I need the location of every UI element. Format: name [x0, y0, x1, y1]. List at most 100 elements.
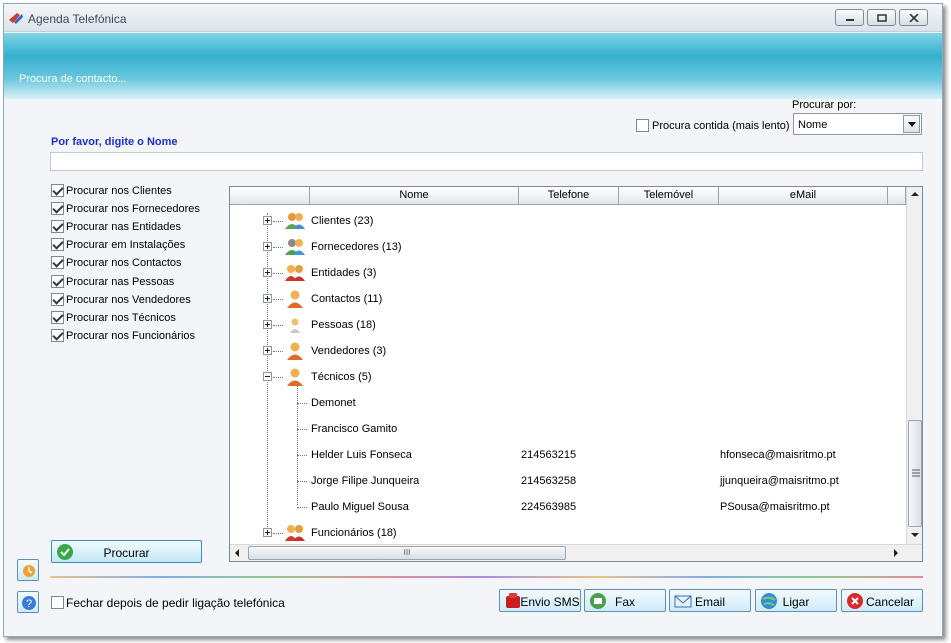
expand-icon[interactable]: [263, 346, 272, 355]
scroll-right-icon[interactable]: [893, 549, 899, 557]
maximize-button[interactable]: [867, 9, 896, 26]
option-pessoas-checkbox[interactable]: [51, 275, 64, 288]
column-header-telemovel[interactable]: Telemóvel: [619, 187, 719, 205]
scroll-down-icon[interactable]: [911, 532, 919, 538]
table-row[interactable]: Jorge Filipe Junqueira 214563258 jjunque…: [230, 472, 906, 490]
option-vendedores-checkbox[interactable]: [51, 293, 64, 306]
column-header-indicator[interactable]: [230, 187, 310, 205]
option-clientes-checkbox[interactable]: [51, 184, 64, 197]
tree-group-row[interactable]: Clientes (23): [230, 212, 906, 230]
minimize-button[interactable]: [835, 9, 864, 26]
table-row[interactable]: Helder Luis Fonseca 214563215 hfonseca@m…: [230, 446, 906, 464]
group-label: Clientes (23): [311, 215, 374, 227]
title-bar: Agenda Telefónica: [4, 4, 942, 32]
minimize-icon: [846, 19, 854, 21]
settings-button[interactable]: [17, 559, 39, 581]
column-header-nome[interactable]: Nome: [310, 187, 519, 205]
procura-contida-checkbox[interactable]: [636, 119, 649, 132]
tree-connector: [273, 325, 283, 326]
procurar-por-label: Procurar por:: [792, 99, 857, 111]
procura-contida-label[interactable]: Procura contida (mais lento): [652, 120, 790, 132]
group-label: Técnicos (5): [311, 371, 372, 383]
option-tecnicos-checkbox[interactable]: [51, 311, 64, 324]
option-entidades-checkbox[interactable]: [51, 220, 64, 233]
vertical-scrollbar[interactable]: [906, 187, 922, 545]
tree-group-row[interactable]: Entidades (3): [230, 264, 906, 282]
expand-icon[interactable]: [263, 528, 272, 537]
app-logo-icon: [9, 13, 23, 24]
option-funcionarios-label[interactable]: Procurar nos Funcionários: [66, 330, 195, 342]
group-label: Contactos (11): [311, 293, 383, 305]
close-button[interactable]: [899, 9, 928, 26]
expand-icon[interactable]: [263, 320, 272, 329]
email-label: Email: [694, 595, 725, 609]
table-row[interactable]: Demonet: [230, 394, 906, 412]
dropdown-arrow-icon[interactable]: [903, 115, 920, 133]
procurar-button[interactable]: Procurar: [51, 540, 202, 563]
contact-telefone: 214563215: [521, 449, 577, 461]
name-input[interactable]: [50, 152, 923, 171]
option-fornecedores-label[interactable]: Procurar nos Fornecedores: [66, 203, 200, 215]
fechar-checkbox[interactable]: [51, 596, 64, 609]
option-clientes-label[interactable]: Procurar nos Clientes: [66, 185, 172, 197]
tree-group-row[interactable]: Pessoas (18): [230, 316, 906, 334]
vertical-scroll-thumb[interactable]: [908, 420, 922, 527]
option-contactos-label[interactable]: Procurar nos Contactos: [66, 257, 182, 269]
expand-icon[interactable]: [263, 216, 272, 225]
expand-icon[interactable]: [263, 294, 272, 303]
tree-connector: [273, 351, 283, 352]
scroll-up-icon[interactable]: [911, 191, 919, 197]
tree-connector: [273, 273, 283, 274]
collapse-icon[interactable]: [263, 372, 272, 381]
column-header-telefone[interactable]: Telefone: [519, 187, 619, 205]
tree-connector: [273, 377, 283, 378]
tree-group-row[interactable]: Contactos (11): [230, 290, 906, 308]
ligar-button[interactable]: Ligar: [755, 589, 837, 612]
envio-sms-button[interactable]: Envio SMS: [499, 589, 581, 612]
tree-group-row[interactable]: Funcionários (18): [230, 524, 906, 542]
contact-nome: Helder Luis Fonseca: [311, 449, 412, 461]
contact-nome: Paulo Miguel Sousa: [311, 501, 409, 513]
option-tecnicos-label[interactable]: Procurar nos Técnicos: [66, 312, 176, 324]
column-header-filler: [888, 187, 906, 205]
tree-group-row[interactable]: Técnicos (5): [230, 368, 906, 386]
tree-group-row[interactable]: Fornecedores (13): [230, 238, 906, 256]
column-header-email[interactable]: eMail: [719, 187, 888, 205]
header-banner: Procura de contacto...: [4, 33, 942, 99]
group-label: Funcionários (18): [311, 527, 397, 539]
email-button[interactable]: Email: [669, 589, 751, 612]
grip-icon: [912, 469, 920, 477]
group-label: Pessoas (18): [311, 319, 376, 331]
option-fornecedores-checkbox[interactable]: [51, 202, 64, 215]
option-vendedores-label[interactable]: Procurar nos Vendedores: [66, 294, 191, 306]
name-prompt: Por favor, digite o Nome: [51, 136, 178, 148]
expand-icon[interactable]: [263, 268, 272, 277]
close-icon: [909, 14, 919, 22]
table-row[interactable]: Paulo Miguel Sousa 224563985 PSousa@mais…: [230, 498, 906, 516]
contact-telefone: 214563258: [521, 475, 577, 487]
results-tree-grid[interactable]: Nome Telefone Telemóvel eMail Clientes (…: [229, 186, 923, 562]
option-instalacoes-checkbox[interactable]: [51, 238, 64, 251]
svg-text:?: ?: [26, 598, 32, 610]
group-label: Vendedores (3): [311, 345, 387, 357]
table-row[interactable]: Francisco Gamito: [230, 420, 906, 438]
scroll-left-icon[interactable]: [234, 549, 240, 557]
horizontal-scrollbar[interactable]: III: [230, 544, 922, 561]
tree-group-row[interactable]: Vendedores (3): [230, 342, 906, 360]
option-instalacoes-label[interactable]: Procurar em Instalações: [66, 239, 185, 251]
contact-nome: Demonet: [311, 397, 356, 409]
ligar-label: Ligar: [782, 595, 810, 609]
option-entidades-label[interactable]: Procurar nas Entidades: [66, 221, 181, 233]
horizontal-scroll-thumb[interactable]: III: [248, 546, 566, 560]
option-pessoas-label[interactable]: Procurar nas Pessoas: [66, 276, 174, 288]
cancelar-button[interactable]: Cancelar: [841, 589, 923, 612]
option-contactos-checkbox[interactable]: [51, 256, 64, 269]
help-button[interactable]: ?: [17, 591, 39, 613]
procurar-por-select[interactable]: Nome: [793, 113, 922, 135]
contact-email: jjunqueira@maisritmo.pt: [720, 475, 839, 487]
option-funcionarios-checkbox[interactable]: [51, 329, 64, 342]
envio-sms-label: Envio SMS: [520, 595, 580, 609]
expand-icon[interactable]: [263, 242, 272, 251]
fechar-label[interactable]: Fechar depois de pedir ligação telefónic…: [66, 596, 285, 610]
fax-button[interactable]: Fax: [584, 589, 666, 612]
